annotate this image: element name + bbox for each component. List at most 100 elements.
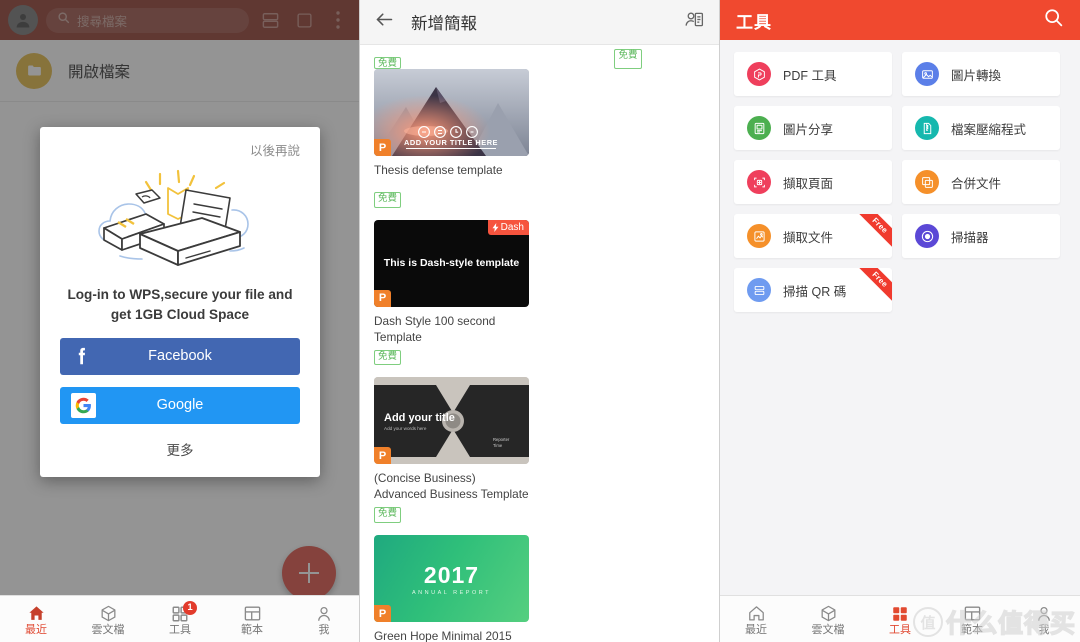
thumb-text: 2017 <box>423 561 480 588</box>
tool-card-extract-page[interactable]: 擷取頁面 <box>734 160 892 204</box>
powerpoint-badge: P <box>374 289 391 307</box>
person-document-icon[interactable] <box>684 9 705 35</box>
nav-item-recent[interactable]: 最近 <box>720 596 792 642</box>
three-panel-screenshot: 搜尋檔案 開啟檔案 <box>0 0 1080 642</box>
tool-label: 合併文件 <box>951 176 1002 191</box>
svg-text:ADD YOUR TITLE HERE: ADD YOUR TITLE HERE <box>404 138 498 147</box>
nav-label-recent: 最近 <box>25 624 47 636</box>
page-title: 新增簡報 <box>411 15 477 33</box>
tool-label: 檔案壓縮程式 <box>951 122 1027 137</box>
template-card[interactable]: ADD YOUR TITLE HERE P Thesis defense tem… <box>374 69 529 220</box>
extract-document-icon <box>747 224 771 248</box>
bottom-navigation-panel3: 最近 雲文檔 工具 範本 我 <box>720 595 1080 642</box>
nav-label-cloud: 雲文檔 <box>811 624 845 636</box>
nav-item-templates[interactable]: 範本 <box>936 596 1008 642</box>
page-title: 工具 <box>736 12 772 32</box>
tool-label: 圖片分享 <box>783 122 834 137</box>
tool-card-qr-scan[interactable]: 掃描 QR 碼 Free <box>734 268 892 312</box>
merge-document-icon <box>915 170 939 194</box>
person-icon <box>315 602 333 623</box>
google-login-button[interactable]: Google <box>60 386 300 424</box>
template-title: Dash Style 100 second Template <box>374 313 496 344</box>
concise-artwork: Add your title Add your words here Repor… <box>374 377 529 465</box>
free-ribbon: Free <box>853 268 892 307</box>
facebook-login-label: Facebook <box>148 348 212 365</box>
svg-text:Add your title: Add your title <box>384 412 455 424</box>
green-artwork: 2017 ANNUAL REPORT <box>374 535 529 623</box>
template-layout-icon <box>243 602 262 623</box>
dash-ribbon: Dash <box>487 219 529 235</box>
partial-badge-left-holder: 免費 <box>374 53 528 69</box>
free-badge: 免費 <box>374 192 402 208</box>
nav-item-me[interactable]: 我 <box>288 596 359 642</box>
svg-text:Reporter: Reporter <box>493 437 510 442</box>
tool-label: 掃描器 <box>951 230 989 245</box>
nav-item-recent[interactable]: 最近 <box>0 596 72 642</box>
image-convert-icon <box>915 62 939 86</box>
partial-row-badges: 免費 免費 <box>374 45 705 69</box>
cloud-cube-icon <box>99 602 118 623</box>
svg-text:Time: Time <box>493 443 503 448</box>
search-icon[interactable] <box>1043 7 1064 33</box>
thumb-text: This is Dash-style template <box>383 257 520 270</box>
nav-item-me[interactable]: 我 <box>1008 596 1080 642</box>
tool-label: PDF 工具 <box>783 68 837 83</box>
facebook-login-button[interactable]: Facebook <box>60 337 300 375</box>
template-title: Thesis defense template <box>374 163 503 177</box>
nav-label-cloud: 雲文檔 <box>91 624 125 636</box>
tool-card-image-share[interactable]: 圖片分享 <box>734 106 892 150</box>
dash-ribbon-label: Dash <box>500 221 524 233</box>
home-icon <box>747 602 766 623</box>
facebook-icon <box>71 345 93 367</box>
nav-item-cloud[interactable]: 雲文檔 <box>792 596 864 642</box>
thumb-subtext: ANNUAL REPORT <box>412 589 491 596</box>
free-badge: 免費 <box>614 49 642 69</box>
login-headline: Log-in to WPS,secure your file and get 1… <box>67 287 293 323</box>
free-badge: 免費 <box>374 507 402 524</box>
dismiss-later-button[interactable]: 以後再說 <box>60 137 300 161</box>
templates-scroll-area[interactable]: 免費 免費 ADD YOUR TITLE HERE P Thesis defen… <box>360 45 719 642</box>
cloud-cube-icon <box>819 602 838 623</box>
template-card[interactable]: Add your title Add your words here Repor… <box>374 377 529 535</box>
tools-body: PDF 工具 圖片轉換 圖片分享 檔案壓縮程式 擷取頁面 合併文件 擷取文件 F… <box>720 40 1080 595</box>
tool-card-file-compress[interactable]: 檔案壓縮程式 <box>902 106 1060 150</box>
template-card[interactable]: This is Dash-style template Dash P Dash … <box>374 219 529 378</box>
tool-card-merge-document[interactable]: 合併文件 <box>902 160 1060 204</box>
template-layout-icon <box>963 602 982 623</box>
lightning-icon <box>492 222 499 232</box>
cloud-open-box-illustration <box>60 161 300 279</box>
back-arrow-icon[interactable] <box>374 9 395 35</box>
qr-scan-icon <box>747 278 771 302</box>
scanner-icon <box>915 224 939 248</box>
nav-item-cloud[interactable]: 雲文檔 <box>72 596 144 642</box>
nav-item-templates[interactable]: 範本 <box>216 596 288 642</box>
more-login-options-button[interactable]: 更多 <box>60 424 300 459</box>
tool-label: 擷取文件 <box>783 230 834 245</box>
appbar-new-presentation: 新增簡報 <box>360 0 719 45</box>
file-compress-icon <box>915 116 939 140</box>
login-dialog: 以後再說 Log-in to WPS,secure your file and … <box>40 127 320 477</box>
panel-new-presentation: 新增簡報 免費 免費 ADD YOUR TITLE HERE P Thesis … <box>360 0 720 642</box>
powerpoint-badge: P <box>374 605 391 623</box>
template-title: Green Hope Minimal 2015 2016 Final Summa… <box>374 629 512 642</box>
tools-badge: 1 <box>183 600 197 615</box>
free-badge: 免費 <box>374 349 402 366</box>
tool-card-extract-document[interactable]: 擷取文件 Free <box>734 214 892 258</box>
google-icon <box>71 392 96 418</box>
tool-label: 圖片轉換 <box>951 68 1002 83</box>
partial-badge-right-holder: 免費 <box>551 45 705 69</box>
templates-grid: ADD YOUR TITLE HERE P Thesis defense tem… <box>374 69 705 642</box>
nav-label-tools: 工具 <box>169 624 191 636</box>
tool-card-pdf[interactable]: PDF 工具 <box>734 52 892 96</box>
nav-item-tools[interactable]: 工具 <box>864 596 936 642</box>
tool-card-image-convert[interactable]: 圖片轉換 <box>902 52 1060 96</box>
template-card[interactable]: 2017 ANNUAL REPORT P Green Hope Minimal … <box>374 535 529 642</box>
panel-tools: 工具 PDF 工具 圖片轉換 圖片分享 檔案壓縮程式 擷取頁面 合併文件 擷取文… <box>720 0 1080 642</box>
panel-wps-recent: 搜尋檔案 開啟檔案 <box>0 0 360 642</box>
tool-card-scanner[interactable]: 掃描器 <box>902 214 1060 258</box>
powerpoint-badge: P <box>374 139 391 156</box>
template-thumbnail: Add your title Add your words here Repor… <box>374 377 529 465</box>
mountain-artwork: ADD YOUR TITLE HERE <box>374 69 529 156</box>
template-title: (Concise Business) Advanced Business Tem… <box>374 471 529 502</box>
nav-item-tools[interactable]: 1 工具 <box>144 596 216 642</box>
